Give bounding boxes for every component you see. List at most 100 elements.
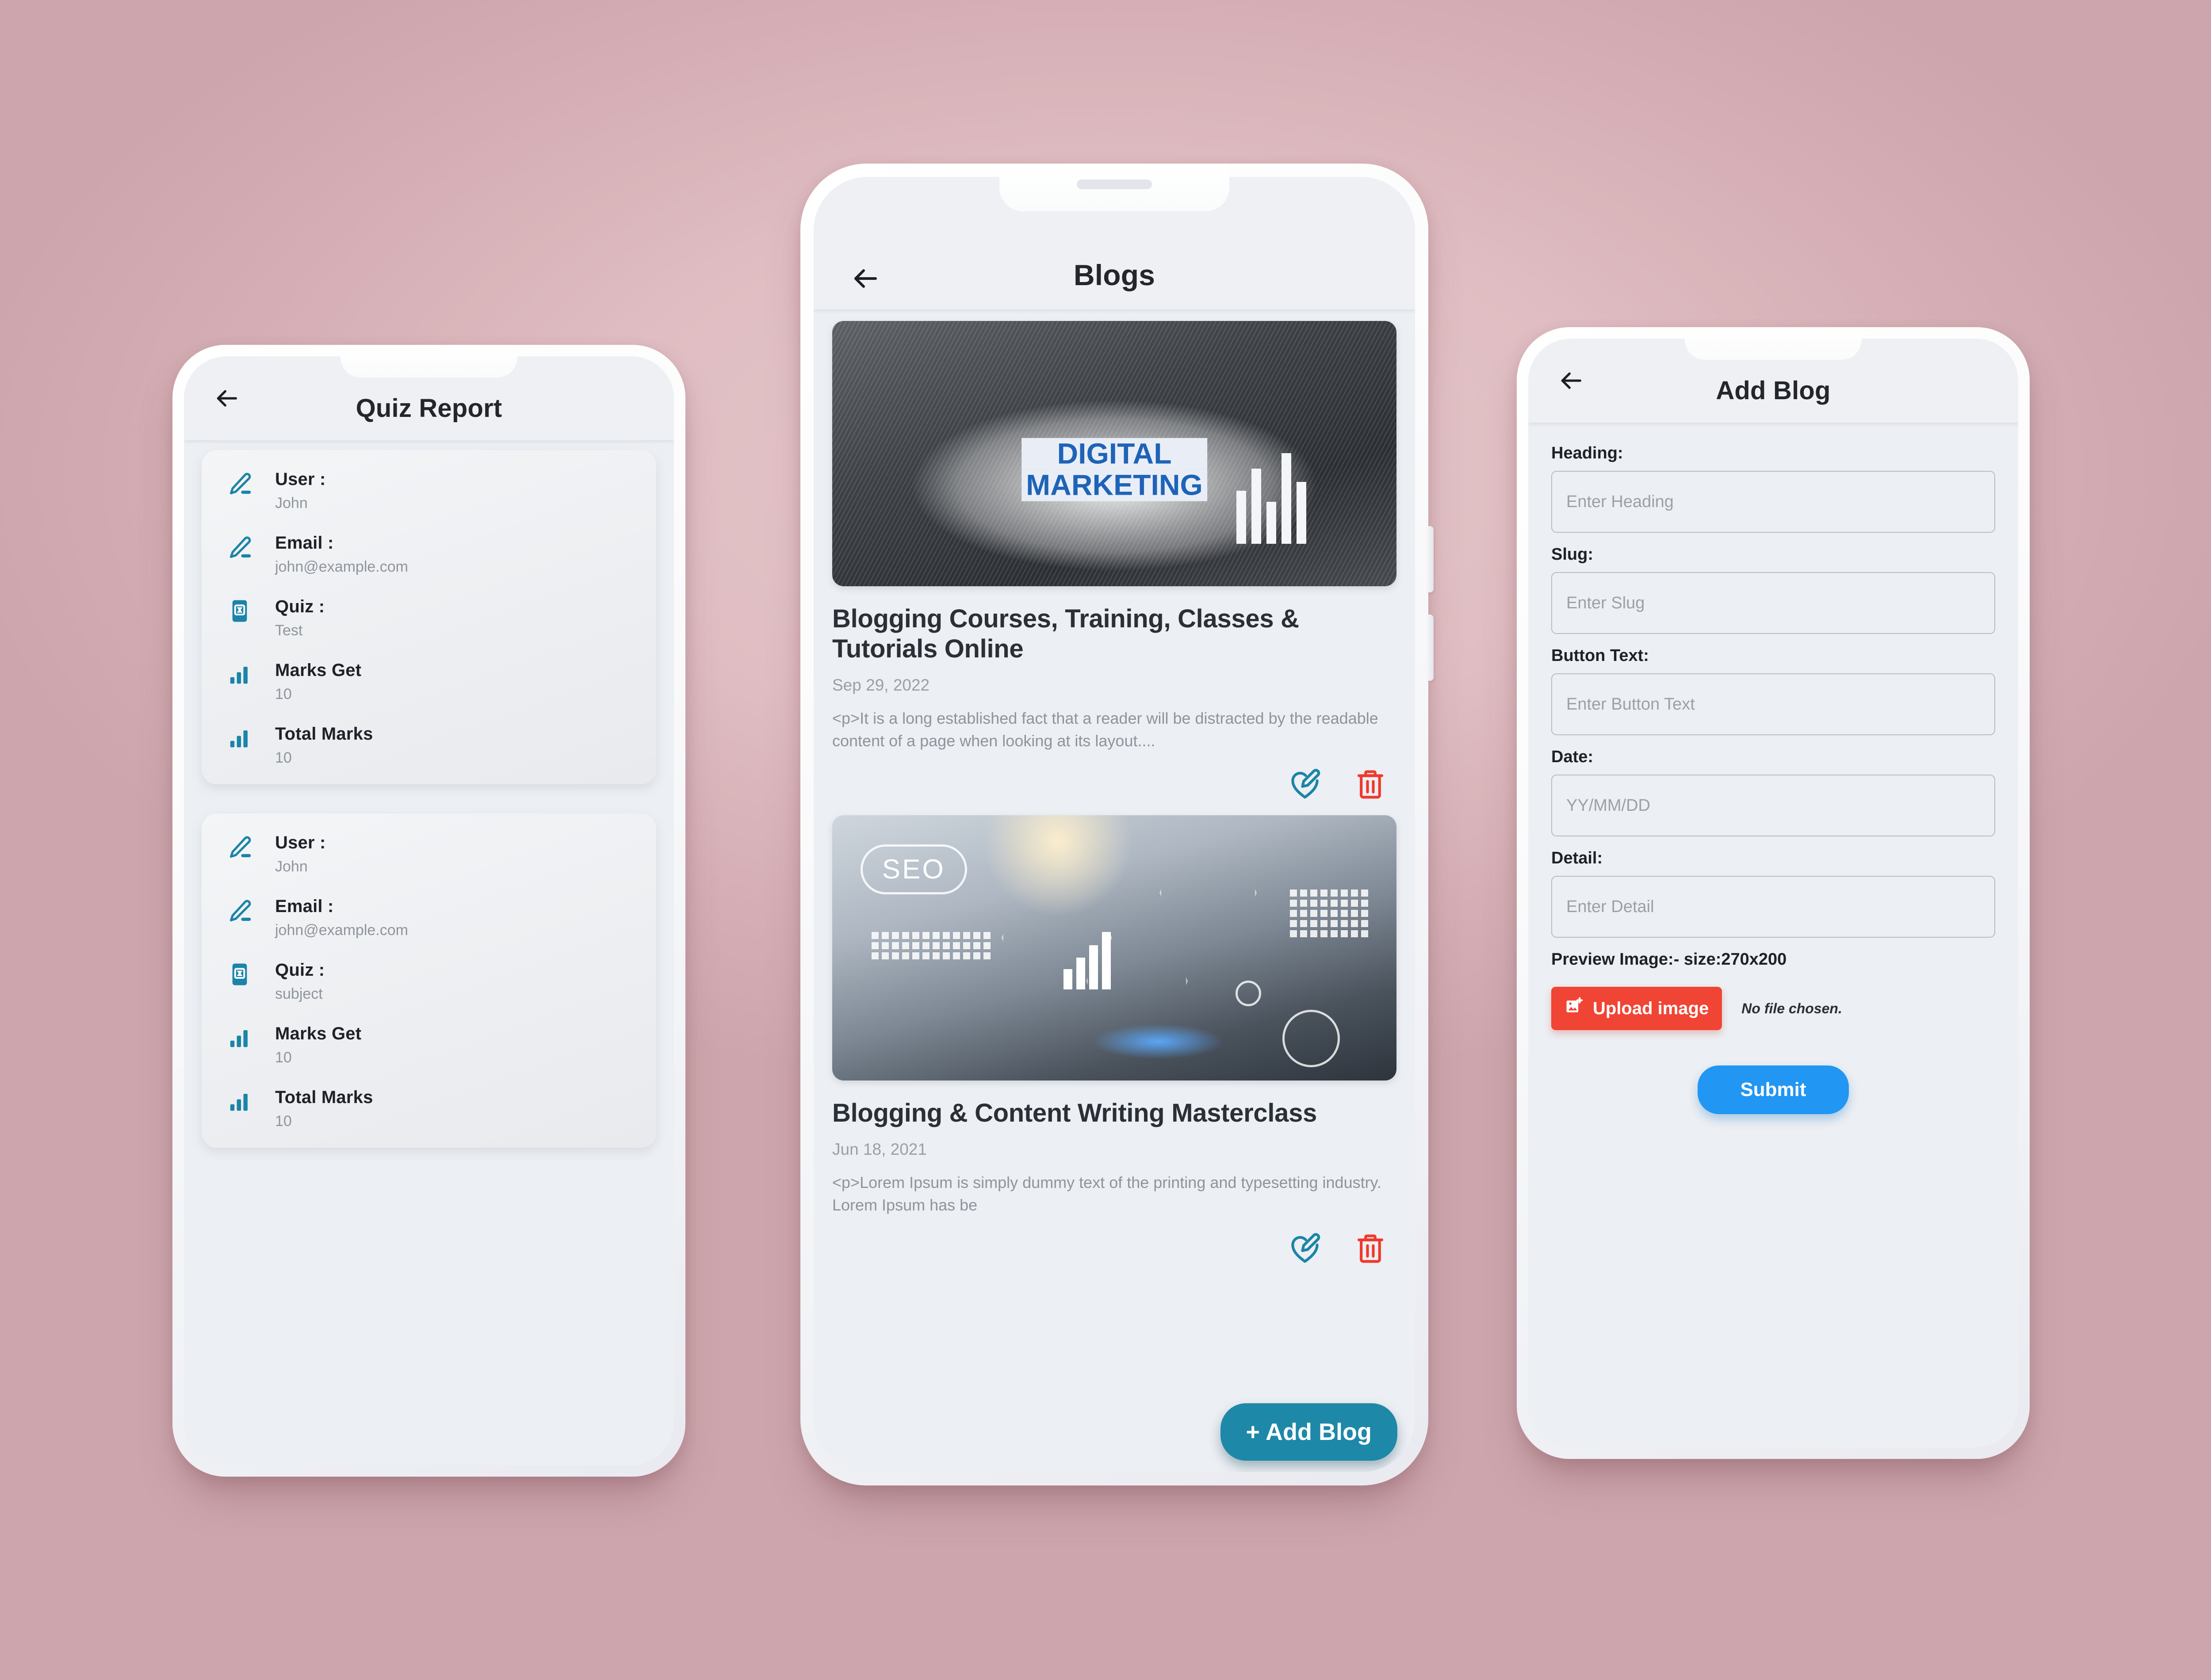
pencil-icon <box>227 470 260 499</box>
field-label: User : <box>275 833 326 852</box>
field-label: Email : <box>275 897 334 916</box>
quiz-field-row: User : John <box>202 833 656 875</box>
hero-overlay-text: DIGITAL MARKETING <box>1021 438 1207 501</box>
no-file-chosen-text: No file chosen. <box>1741 1000 1842 1016</box>
upload-image-button[interactable]: Upload image <box>1551 987 1722 1030</box>
field-label: Total Marks <box>275 1088 373 1107</box>
blog-excerpt: <p>Lorem Ipsum is simply dummy text of t… <box>832 1173 1381 1214</box>
field-label: Quiz : <box>275 597 325 616</box>
phone1-notch <box>340 345 517 378</box>
blog-hero-image: DIGITAL MARKETING <box>832 321 1396 586</box>
volume-down-button[interactable] <box>1427 615 1434 681</box>
add-blog-form[interactable]: Heading: Enter Heading Slug: Enter Slug … <box>1528 423 2018 1447</box>
arrow-left-icon[interactable] <box>1557 367 1585 395</box>
quiz-book-icon <box>227 597 260 626</box>
quiz-field-row: Quiz : Test <box>202 597 656 639</box>
bar-chart-icon <box>227 1024 260 1052</box>
quiz-field-row: Marks Get 10 <box>202 661 656 703</box>
bar-chart-icon <box>227 661 260 688</box>
arrow-left-icon[interactable] <box>849 263 881 294</box>
button-text-input[interactable]: Enter Button Text <box>1551 673 1995 735</box>
phone-quiz-report: Quiz Report User : John Email: john@exa… <box>172 345 685 1477</box>
blog-post-card[interactable]: DIGITAL MARKETING Blogging Courses, Trai… <box>832 321 1396 804</box>
mockup-scene: Quiz Report User : John Email: john@exa… <box>0 0 2211 1680</box>
field-value: 10 <box>275 686 292 703</box>
field-value: 10 <box>275 1049 292 1066</box>
heading-input[interactable]: Enter Heading <box>1551 471 1995 533</box>
phone-blogs: Blogs DIGITAL MARKETING Blogging Courses… <box>800 164 1434 1485</box>
date-input[interactable]: YY/MM/DD <box>1551 775 1995 836</box>
quiz-field-row: Marks Get 10 <box>202 1024 656 1066</box>
field-value: john@example.com <box>275 922 408 939</box>
field-value: 10 <box>275 1113 292 1130</box>
blog-card-actions <box>832 1231 1396 1268</box>
edit-pencil-icon[interactable] <box>1288 1231 1322 1268</box>
page-title: Add Blog <box>1716 376 1831 405</box>
phone2-scroll-area[interactable]: DIGITAL MARKETING Blogging Courses, Trai… <box>814 309 1415 1472</box>
field-label: Quiz : <box>275 960 325 980</box>
upload-image-label: Upload image <box>1593 998 1709 1018</box>
blog-hero-image: SEO <box>832 815 1396 1081</box>
field-value: john@example.com <box>275 558 408 575</box>
blog-date: Jun 18, 2021 <box>832 1140 927 1158</box>
heading-label: Heading: <box>1551 444 1623 462</box>
volume-up-button[interactable] <box>1427 526 1434 592</box>
submit-button[interactable]: Submit <box>1698 1065 1849 1114</box>
page-title: Quiz Report <box>356 394 502 423</box>
hero-bar-graphic <box>1236 453 1306 544</box>
slug-label: Slug: <box>1551 545 1593 564</box>
quiz-field-row: Total Marks 10 <box>202 1088 656 1130</box>
phone3-notch <box>1685 327 1862 360</box>
quiz-field-row: User : John <box>202 470 656 512</box>
arrow-left-icon[interactable] <box>212 384 241 412</box>
field-label: Total Marks <box>275 724 373 744</box>
trash-icon[interactable] <box>1353 767 1388 804</box>
add-blog-fab[interactable]: + Add Blog <box>1220 1403 1397 1461</box>
hero-overlay-text: SEO <box>860 844 967 895</box>
trash-icon[interactable] <box>1353 1231 1388 1268</box>
bar-chart-icon <box>227 724 260 752</box>
pencil-icon <box>227 533 260 563</box>
phone-add-blog: Add Blog Heading: Enter Heading Slug: En… <box>1517 327 2030 1459</box>
phone1-scroll-area[interactable]: User : John Email : john@example.com Qui… <box>184 440 674 1465</box>
pencil-icon <box>227 897 260 926</box>
slug-input[interactable]: Enter Slug <box>1551 572 1995 634</box>
field-value: 10 <box>275 749 292 766</box>
date-label: Date: <box>1551 748 1594 766</box>
hero-word-2: MARKETING <box>1021 470 1207 501</box>
field-label: Marks Get <box>275 661 362 680</box>
blog-excerpt: <p>It is a long established fact that a … <box>832 709 1378 750</box>
button-text-label: Button Text: <box>1551 646 1649 665</box>
blog-title: Blogging Courses, Training, Classes & Tu… <box>832 604 1299 664</box>
field-value: John <box>275 858 308 875</box>
phone2-screen: Blogs DIGITAL MARKETING Blogging Courses… <box>814 177 1415 1472</box>
phone1-screen: Quiz Report User : John Email: john@exa… <box>184 356 674 1465</box>
quiz-report-card: User : John Email : john@example.com Qui… <box>202 450 656 784</box>
phone3-screen: Add Blog Heading: Enter Heading Slug: En… <box>1528 339 2018 1447</box>
blog-card-actions <box>832 767 1396 804</box>
quiz-field-row: Total Marks 10 <box>202 724 656 767</box>
blog-post-card[interactable]: SEO Blogging & Content Writing Mastercla… <box>832 815 1396 1268</box>
preview-image-label: Preview Image:- size:270x200 <box>1551 950 1787 969</box>
pencil-icon <box>227 833 260 863</box>
blog-date: Sep 29, 2022 <box>832 676 930 694</box>
blog-title: Blogging & Content Writing Masterclass <box>832 1099 1317 1128</box>
image-plus-icon <box>1565 997 1584 1020</box>
quiz-book-icon <box>227 960 260 989</box>
page-title: Blogs <box>1073 259 1155 291</box>
quiz-field-row: Email : john@example.com <box>202 897 656 939</box>
quiz-field-row: Quiz : subject <box>202 960 656 1003</box>
quiz-report-card: User : John Email : john@example.com Qui… <box>202 813 656 1148</box>
earpiece-speaker <box>1077 179 1152 189</box>
field-value: John <box>275 495 308 512</box>
field-label: Marks Get <box>275 1024 362 1043</box>
field-label: Email : <box>275 533 334 553</box>
edit-pencil-icon[interactable] <box>1288 767 1322 804</box>
field-value: Test <box>275 622 303 639</box>
field-value: subject <box>275 985 323 1002</box>
quiz-field-row: Email : john@example.com <box>202 533 656 576</box>
field-label: User : <box>275 470 326 489</box>
submit-row: Submit <box>1551 1065 1995 1114</box>
hero-word-1: DIGITAL <box>1021 438 1207 470</box>
detail-input[interactable]: Enter Detail <box>1551 876 1995 938</box>
